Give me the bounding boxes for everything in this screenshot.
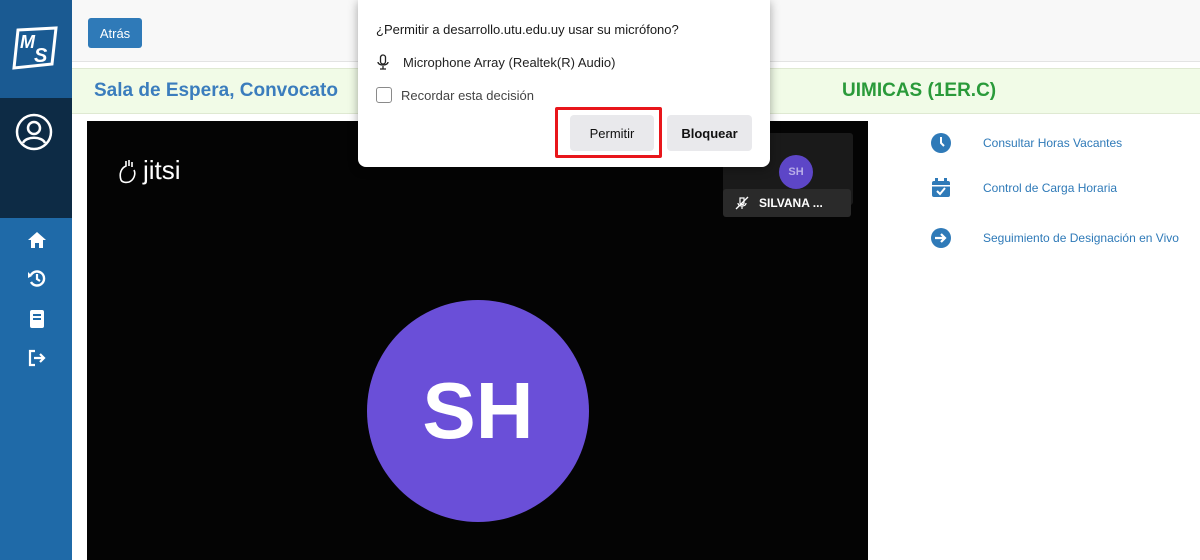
permission-question: ¿Permitir a desarrollo.utu.edu.uy usar s…	[376, 22, 679, 37]
participant-name-tag: SILVANA ...	[723, 189, 851, 217]
calendar-check-icon	[932, 178, 950, 197]
microphone-device: Microphone Array (Realtek(R) Audio)	[376, 54, 615, 70]
sidebar: M S	[0, 0, 72, 560]
home-icon[interactable]	[26, 229, 48, 251]
svg-text:S: S	[34, 45, 48, 67]
device-name: Microphone Array (Realtek(R) Audio)	[403, 54, 616, 70]
microphone-permission-dialog: ¿Permitir a desarrollo.utu.edu.uy usar s…	[358, 0, 770, 167]
link-control-carga[interactable]: Control de Carga Horaria	[930, 177, 1200, 199]
user-circle-icon[interactable]	[14, 112, 54, 152]
remember-decision[interactable]: Recordar esta decisión	[376, 87, 534, 103]
remember-checkbox[interactable]	[376, 87, 392, 103]
block-button[interactable]: Bloquear	[667, 115, 752, 151]
participant-name: SILVANA ...	[759, 196, 823, 210]
video-conference[interactable]: jitsi SH SILVANA ... SH	[87, 121, 868, 560]
user-area	[0, 98, 72, 218]
allow-button[interactable]: Permitir	[570, 115, 654, 151]
clock-icon	[931, 133, 951, 153]
microphone-icon	[377, 54, 389, 70]
history-icon[interactable]	[26, 267, 48, 289]
mic-muted-icon	[735, 196, 749, 210]
logout-icon[interactable]	[26, 347, 48, 369]
jitsi-hand-icon	[119, 159, 136, 183]
page-title-course: UIMICAS (1ER.C)	[842, 80, 997, 101]
logo-area: M S	[0, 0, 72, 98]
participant-avatar: SH	[367, 300, 589, 522]
jitsi-brand: jitsi	[143, 155, 181, 185]
back-button[interactable]: Atrás	[88, 18, 142, 48]
link-label[interactable]: Consultar Horas Vacantes	[983, 136, 1122, 150]
book-icon[interactable]	[26, 308, 48, 330]
arrow-right-circle-icon	[931, 228, 951, 248]
link-seguimiento[interactable]: Seguimiento de Designación en Vivo	[930, 227, 1200, 249]
app-logo[interactable]: M S	[12, 24, 62, 72]
link-consultar-horas[interactable]: Consultar Horas Vacantes	[930, 132, 1200, 154]
jitsi-logo: jitsi	[117, 155, 181, 186]
page-title: Sala de Espera, Convocato	[94, 80, 338, 101]
link-label[interactable]: Seguimiento de Designación en Vivo	[983, 231, 1179, 245]
remember-label[interactable]: Recordar esta decisión	[401, 88, 534, 103]
thumbnail-avatar: SH	[779, 155, 813, 189]
link-label[interactable]: Control de Carga Horaria	[983, 181, 1117, 195]
